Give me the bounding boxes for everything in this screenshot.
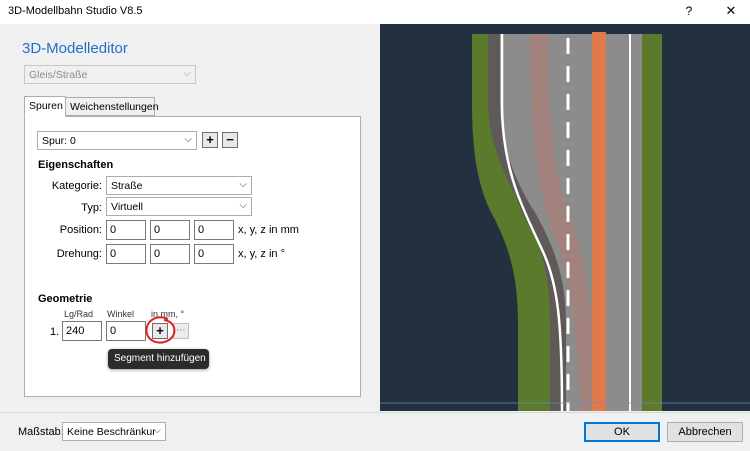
rotation-label: Drehung: <box>56 248 102 260</box>
cancel-button[interactable]: Abbrechen <box>667 422 743 442</box>
chevron-down-icon: ⌵ <box>184 134 192 145</box>
position-unit: x, y, z in mm <box>238 224 299 236</box>
orange-track <box>592 32 606 411</box>
type-select-value: Virtuell <box>111 201 143 213</box>
type-select[interactable]: Virtuell ⌵ <box>106 197 252 216</box>
rotation-unit: x, y, z in ° <box>238 248 285 260</box>
scale-select[interactable]: Keine Beschränkung ⌵ <box>62 422 166 441</box>
position-label: Position: <box>59 224 102 236</box>
position-y-input[interactable]: 0 <box>150 220 190 240</box>
geometry-heading: Geometrie <box>38 293 93 305</box>
help-button[interactable]: ? <box>682 4 696 18</box>
category-select[interactable]: Straße ⌵ <box>106 176 252 195</box>
scale-label: Maßstab: <box>18 426 64 438</box>
position-z-input[interactable]: 0 <box>194 220 234 240</box>
rotation-z-input[interactable]: 0 <box>194 244 234 264</box>
close-button[interactable]: ✕ <box>724 3 738 19</box>
segment-index: 1. <box>50 326 60 338</box>
chevron-down-icon: ⌵ <box>239 200 247 211</box>
segment-length-input[interactable]: 240 <box>62 321 102 341</box>
col-angle-label: Winkel <box>107 309 135 319</box>
rotation-y-input[interactable]: 0 <box>150 244 190 264</box>
editor-heading: 3D-Modelleditor <box>22 40 128 57</box>
title-bar: 3D-Modellbahn Studio V8.5 ? ✕ <box>0 0 750 24</box>
tab-weichenstellungen[interactable]: Weichenstellungen <box>65 97 159 116</box>
footer-divider <box>0 412 750 413</box>
ok-button[interactable]: OK <box>584 422 660 442</box>
scale-select-value: Keine Beschränkung <box>67 426 155 438</box>
type-label: Typ: <box>81 202 102 214</box>
window-title: 3D-Modellbahn Studio V8.5 <box>8 5 143 17</box>
3d-viewport[interactable] <box>380 24 750 411</box>
mode-select: Gleis/Straße ⌵ <box>24 65 196 84</box>
rotation-x-input[interactable]: 0 <box>106 244 146 264</box>
remove-lane-button[interactable]: − <box>222 132 238 148</box>
properties-heading: Eigenschaften <box>38 159 114 171</box>
lane-select[interactable]: Spur: 0 ⌵ <box>37 131 197 150</box>
mode-select-value: Gleis/Straße <box>29 69 88 81</box>
category-label: Kategorie: <box>51 180 102 192</box>
add-lane-button[interactable]: + <box>202 132 218 148</box>
segment-tooltip: Segment hinzufügen <box>108 349 209 369</box>
category-select-value: Straße <box>111 180 143 192</box>
chevron-down-icon: ⌵ <box>183 68 191 79</box>
col-length-label: Lg/Rad <box>64 309 94 319</box>
lane-select-value: Spur: 0 <box>42 135 76 147</box>
chevron-down-icon: ⌵ <box>153 425 161 436</box>
segment-angle-input[interactable]: 0 <box>106 321 146 341</box>
tab-spuren[interactable]: Spuren <box>24 96 66 117</box>
road-preview <box>380 32 750 411</box>
chevron-down-icon: ⌵ <box>239 179 247 190</box>
highlight-circle <box>145 316 176 344</box>
position-x-input[interactable]: 0 <box>106 220 146 240</box>
